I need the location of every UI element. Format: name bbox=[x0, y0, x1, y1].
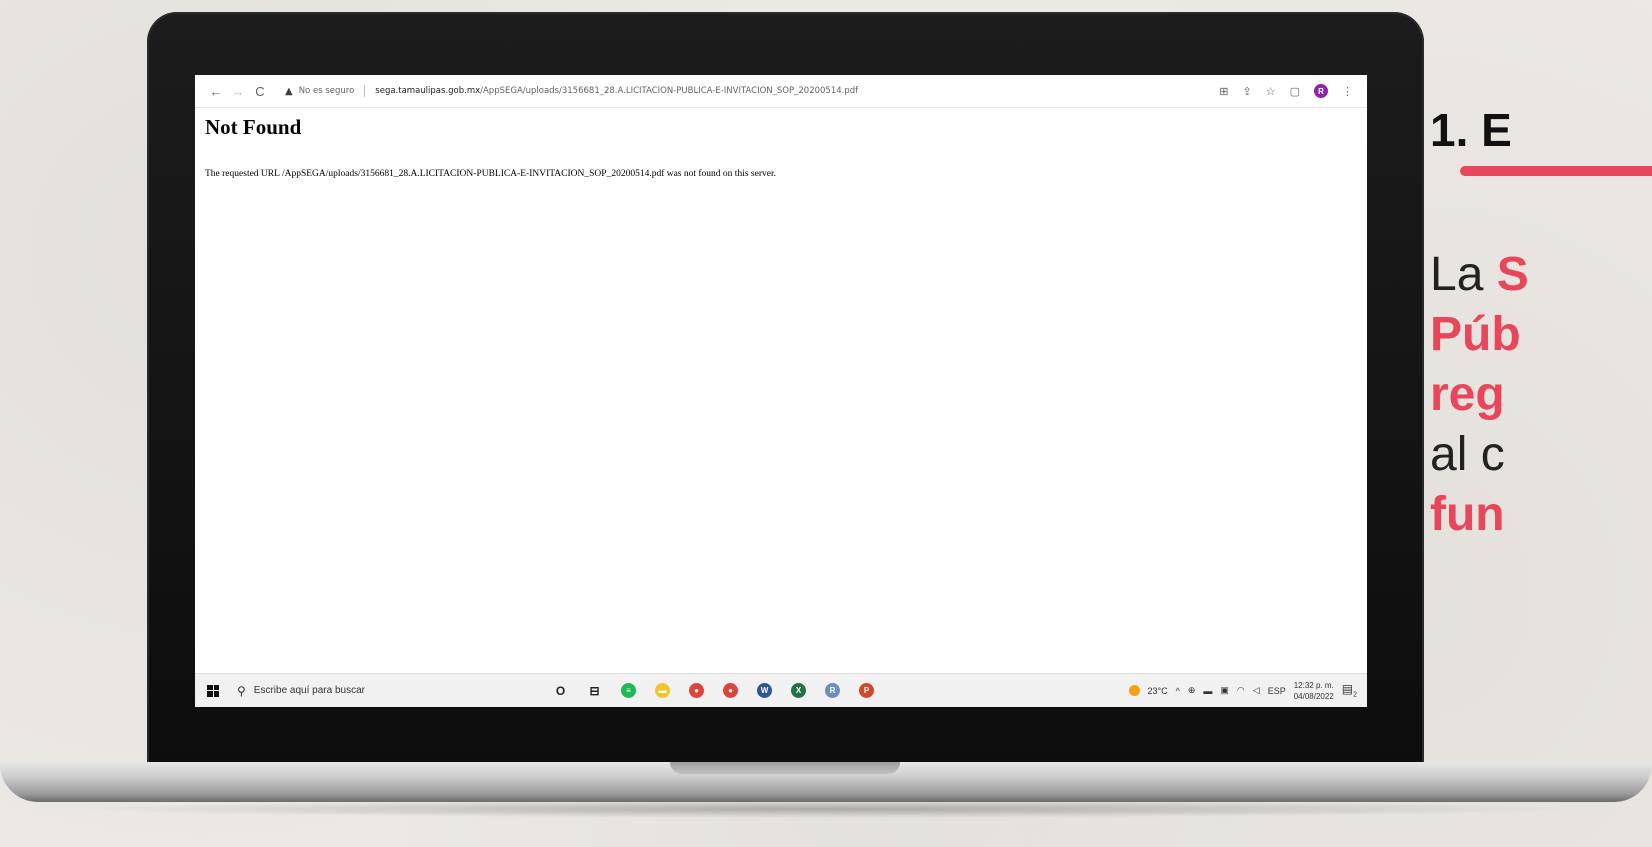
slide-heading: 1. E bbox=[1430, 104, 1512, 156]
word-icon[interactable]: W bbox=[757, 683, 772, 698]
laptop-shadow bbox=[60, 800, 1590, 818]
app-r-icon[interactable]: R bbox=[825, 683, 840, 698]
url-text[interactable]: sega.tamaulipas.gob.mx/AppSEGA/uploads/3… bbox=[375, 86, 858, 96]
menu-kebab-icon[interactable]: ⋮ bbox=[1342, 85, 1353, 98]
windows-taskbar: ⚲ Escribe aquí para buscar O ⊟ ≡ ▬ ● ● W X R P 23… bbox=[195, 673, 1367, 707]
windows-start-icon[interactable] bbox=[207, 684, 219, 697]
back-arrow-icon[interactable]: ← bbox=[205, 84, 227, 99]
reload-icon[interactable]: C bbox=[249, 84, 271, 99]
volume-icon[interactable]: ◁ bbox=[1253, 685, 1260, 696]
powerpoint-icon[interactable]: P bbox=[859, 683, 874, 698]
slide-line-5: fun bbox=[1430, 488, 1505, 541]
url-host: sega.tamaulipas.gob.mx bbox=[375, 86, 481, 96]
slide-line-1: La S bbox=[1430, 246, 1529, 304]
laptop-screen: ← → C ▲ No es seguro sega.tamaulipas.gob… bbox=[195, 75, 1367, 707]
address-divider bbox=[364, 85, 366, 97]
weather-icon[interactable] bbox=[1128, 685, 1140, 696]
slide-line-1-plain: La bbox=[1430, 248, 1497, 301]
translate-icon[interactable]: ⊞ bbox=[1219, 85, 1228, 98]
forward-arrow-icon[interactable]: → bbox=[227, 84, 249, 99]
language-indicator[interactable]: ESP bbox=[1268, 686, 1286, 696]
display-icon[interactable]: ▣ bbox=[1220, 685, 1229, 696]
share-icon[interactable]: ⇪ bbox=[1243, 85, 1252, 98]
slide-line-2: Púb bbox=[1430, 308, 1521, 361]
laptop-notch bbox=[670, 762, 900, 774]
search-placeholder: Escribe aquí para buscar bbox=[253, 685, 365, 696]
bookmark-star-icon[interactable]: ☆ bbox=[1266, 85, 1276, 98]
security-status[interactable]: No es seguro bbox=[299, 86, 355, 96]
taskbar-search[interactable]: ⚲ Escribe aquí para buscar bbox=[237, 684, 537, 698]
warning-triangle-icon[interactable]: ▲ bbox=[285, 86, 293, 97]
system-tray: 23°C ^ ⊕ ▬ ▣ ◠ ◁ ESP 12:32 p. m. 04/08/2… bbox=[1128, 680, 1357, 702]
taskbar-apps: O ⊟ ≡ ▬ ● ● W X R P bbox=[553, 683, 874, 698]
battery-icon[interactable]: ▬ bbox=[1203, 686, 1212, 696]
task-view-icon[interactable]: ⊟ bbox=[587, 683, 602, 698]
slide-line-4: al c bbox=[1430, 428, 1505, 481]
heading-underline bbox=[1460, 166, 1652, 176]
url-path: /AppSEGA/uploads/3156681_28.A.LICITACION… bbox=[480, 86, 859, 96]
notification-icon[interactable]: ▤2 bbox=[1342, 682, 1357, 698]
file-explorer-icon[interactable]: ▬ bbox=[655, 683, 670, 698]
slide-line-3: reg bbox=[1430, 368, 1505, 421]
search-icon: ⚲ bbox=[237, 683, 246, 698]
slide-line-1-highlight: S bbox=[1496, 248, 1529, 301]
clock-date: 04/08/2022 bbox=[1293, 691, 1334, 701]
wifi-icon[interactable]: ◠ bbox=[1237, 685, 1245, 696]
browser-actions: ⊞ ⇪ ☆ ▢ R ⋮ bbox=[1219, 84, 1353, 98]
page-title: Not Found bbox=[205, 115, 302, 139]
spotify-icon[interactable]: ≡ bbox=[621, 683, 636, 698]
error-message: The requested URL /AppSEGA/uploads/31566… bbox=[205, 169, 776, 179]
clock-time: 12:32 p. m. bbox=[1293, 680, 1334, 690]
clock[interactable]: 12:32 p. m. 04/08/2022 bbox=[1294, 680, 1334, 702]
cortana-icon[interactable]: O bbox=[553, 683, 568, 698]
notification-count: 2 bbox=[1353, 691, 1357, 699]
browser-toolbar: ← → C ▲ No es seguro sega.tamaulipas.gob… bbox=[195, 75, 1367, 108]
excel-icon[interactable]: X bbox=[791, 683, 806, 698]
chrome-profile-icon[interactable]: ● bbox=[723, 683, 738, 698]
profile-avatar[interactable]: R bbox=[1314, 84, 1328, 98]
network-icon[interactable]: ⊕ bbox=[1188, 685, 1196, 696]
side-panel-icon[interactable]: ▢ bbox=[1290, 85, 1300, 98]
chevron-up-icon[interactable]: ^ bbox=[1176, 686, 1180, 696]
temperature[interactable]: 23°C bbox=[1148, 686, 1168, 696]
chrome-icon[interactable]: ● bbox=[689, 683, 704, 698]
address-bar[interactable]: ▲ No es seguro sega.tamaulipas.gob.mx/Ap… bbox=[285, 85, 858, 97]
